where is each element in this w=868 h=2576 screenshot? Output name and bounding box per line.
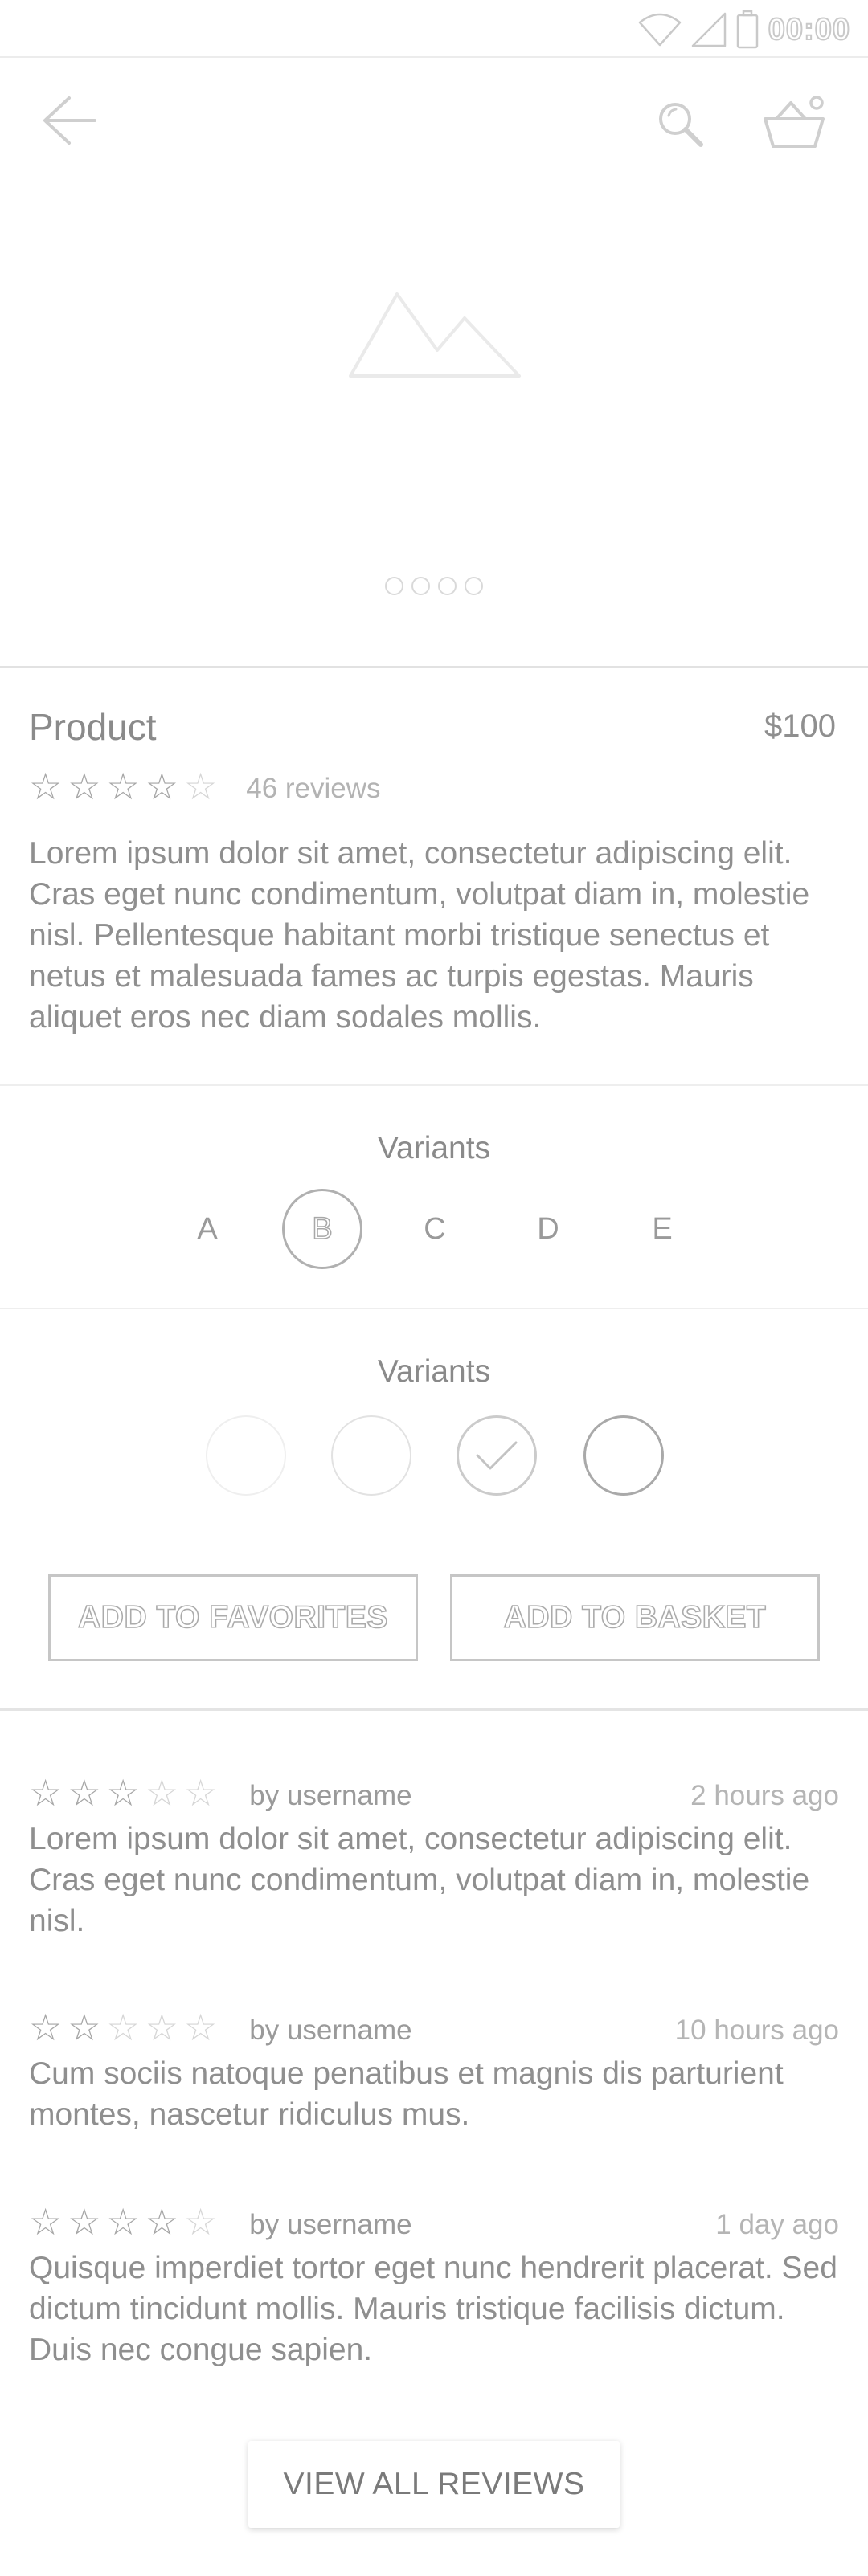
review-stars: ☆ ☆ ☆ ☆ ☆	[29, 2009, 217, 2046]
carousel-indicator	[0, 577, 868, 595]
image-placeholder-icon	[349, 292, 521, 378]
star-icon: ☆	[106, 2201, 140, 2243]
review-username: by username	[249, 2015, 412, 2046]
status-bar: 00:00	[0, 0, 868, 58]
variant-option-d[interactable]: D	[508, 1189, 588, 1269]
star-icon: ☆	[68, 2201, 101, 2243]
variants-color-selector: Variants ADD TO FAVORITES ADD TO BASKET	[0, 1309, 868, 1711]
star-icon: ☆	[145, 2007, 178, 2048]
star-icon: ☆	[29, 765, 63, 807]
star-icon: ☆	[29, 2007, 63, 2048]
carousel-dot[interactable]	[385, 577, 403, 595]
variants-letter-selector: Variants A B C D E	[0, 1086, 868, 1309]
arrow-left-icon	[43, 96, 96, 145]
basket-button[interactable]	[760, 90, 828, 154]
variant-options: A B C D E	[0, 1189, 868, 1269]
product-rating: ☆ ☆ ☆ ☆ ☆ 46 reviews	[29, 768, 381, 805]
review-stars: ☆ ☆ ☆ ☆ ☆	[29, 1774, 217, 1811]
product-image-carousel[interactable]	[0, 58, 868, 668]
view-all-reviews-button[interactable]: VIEW ALL REVIEWS	[248, 2441, 620, 2528]
star-icon: ☆	[184, 2007, 218, 2048]
review-header: ☆ ☆ ☆ ☆ ☆ by username 10 hours ago	[29, 2005, 839, 2050]
check-icon	[476, 1441, 518, 1470]
variant-option-e[interactable]: E	[622, 1189, 702, 1269]
variant-option-b[interactable]: B	[282, 1189, 362, 1269]
review-username: by username	[249, 1780, 412, 1811]
review-header: ☆ ☆ ☆ ☆ ☆ by username 1 day ago	[29, 2199, 839, 2244]
star-icon: ☆	[68, 2007, 101, 2048]
star-icon: ☆	[106, 2007, 140, 2048]
color-swatch-selected[interactable]	[457, 1415, 537, 1496]
carousel-dot[interactable]	[465, 577, 483, 595]
review-header: ☆ ☆ ☆ ☆ ☆ by username 2 hours ago	[29, 1770, 839, 1815]
star-icon: ☆	[184, 765, 218, 807]
back-button[interactable]	[35, 92, 103, 149]
review-text: Quisque imperdiet tortor eget nunc hendr…	[29, 2251, 837, 2367]
star-icon: ☆	[68, 1772, 101, 1814]
variant-option-a[interactable]: A	[167, 1189, 248, 1269]
star-icon: ☆	[29, 2201, 63, 2243]
star-icon: ☆	[145, 2201, 178, 2243]
color-swatch[interactable]	[583, 1415, 664, 1496]
review-stars: ☆ ☆ ☆ ☆ ☆	[29, 2203, 217, 2240]
star-icon: ☆	[68, 765, 101, 807]
review-text: Cum sociis natoque penatibus et magnis d…	[29, 2056, 784, 2132]
search-icon	[659, 103, 703, 147]
color-swatch[interactable]	[206, 1415, 286, 1496]
rating-stars: ☆ ☆ ☆ ☆ ☆	[29, 768, 217, 805]
carousel-dot[interactable]	[411, 577, 430, 595]
star-icon: ☆	[106, 1772, 140, 1814]
battery-icon	[736, 10, 759, 49]
variant-option-c[interactable]: C	[395, 1189, 475, 1269]
product-description: Lorem ipsum dolor sit amet, consectetur …	[29, 836, 810, 1035]
review-time: 2 hours ago	[690, 1780, 839, 1811]
carousel-dot[interactable]	[438, 577, 457, 595]
reviews-count[interactable]: 46 reviews	[246, 773, 380, 805]
review-time: 1 day ago	[715, 2209, 839, 2240]
star-icon: ☆	[184, 2201, 218, 2243]
search-button[interactable]	[651, 95, 709, 153]
star-icon: ☆	[145, 765, 178, 807]
review-text: Lorem ipsum dolor sit amet, consectetur …	[29, 1822, 810, 1938]
add-to-basket-button[interactable]: ADD TO BASKET	[450, 1574, 820, 1661]
star-icon: ☆	[106, 765, 140, 807]
review-username: by username	[249, 2209, 412, 2240]
add-to-favorites-button[interactable]: ADD TO FAVORITES	[48, 1574, 418, 1661]
star-icon: ☆	[29, 1772, 63, 1814]
variants-title: Variants	[377, 1354, 491, 1389]
basket-icon	[764, 96, 825, 148]
wifi-icon	[638, 13, 682, 47]
status-time: 00:00	[768, 12, 850, 47]
product-title: Product	[29, 706, 157, 748]
review-time: 10 hours ago	[674, 2015, 839, 2046]
star-icon: ☆	[184, 1772, 218, 1814]
signal-icon	[691, 12, 727, 47]
product-info: Product $100 ☆ ☆ ☆ ☆ ☆ 46 reviews Lorem …	[0, 668, 868, 1086]
product-price: $100	[764, 708, 836, 744]
variants-title: Variants	[377, 1131, 491, 1166]
star-icon: ☆	[145, 1772, 178, 1814]
status-icons: 00:00	[638, 10, 850, 50]
color-swatch[interactable]	[331, 1415, 411, 1496]
